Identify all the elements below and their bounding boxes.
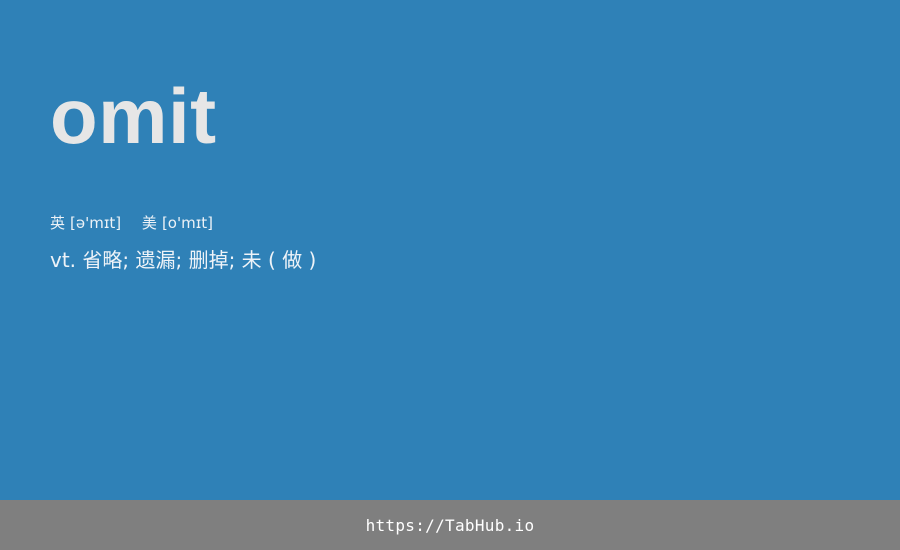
us-ipa: [o'mɪt] [161,214,214,232]
tabhub-link[interactable]: https://TabHub.io [366,516,535,535]
pronunciation-row: 英 [ə'mɪt] 美 [o'mɪt] [50,212,213,234]
us-label: 美 [141,214,157,232]
uk-label: 英 [50,214,66,232]
us-pronunciation: 美 [o'mɪt] [142,212,213,234]
footer-bar: https://TabHub.io [0,500,900,550]
word-title: omit [50,72,217,160]
definition-text: vt. 省略; 遗漏; 删掉; 未 ( 做 ) [50,248,317,272]
uk-ipa: [ə'mɪt] [70,214,122,232]
uk-pronunciation: 英 [ə'mɪt] [50,212,121,234]
word-card: omit 英 [ə'mɪt] 美 [o'mɪt] vt. 省略; 遗漏; 删掉; 未… [0,0,900,500]
